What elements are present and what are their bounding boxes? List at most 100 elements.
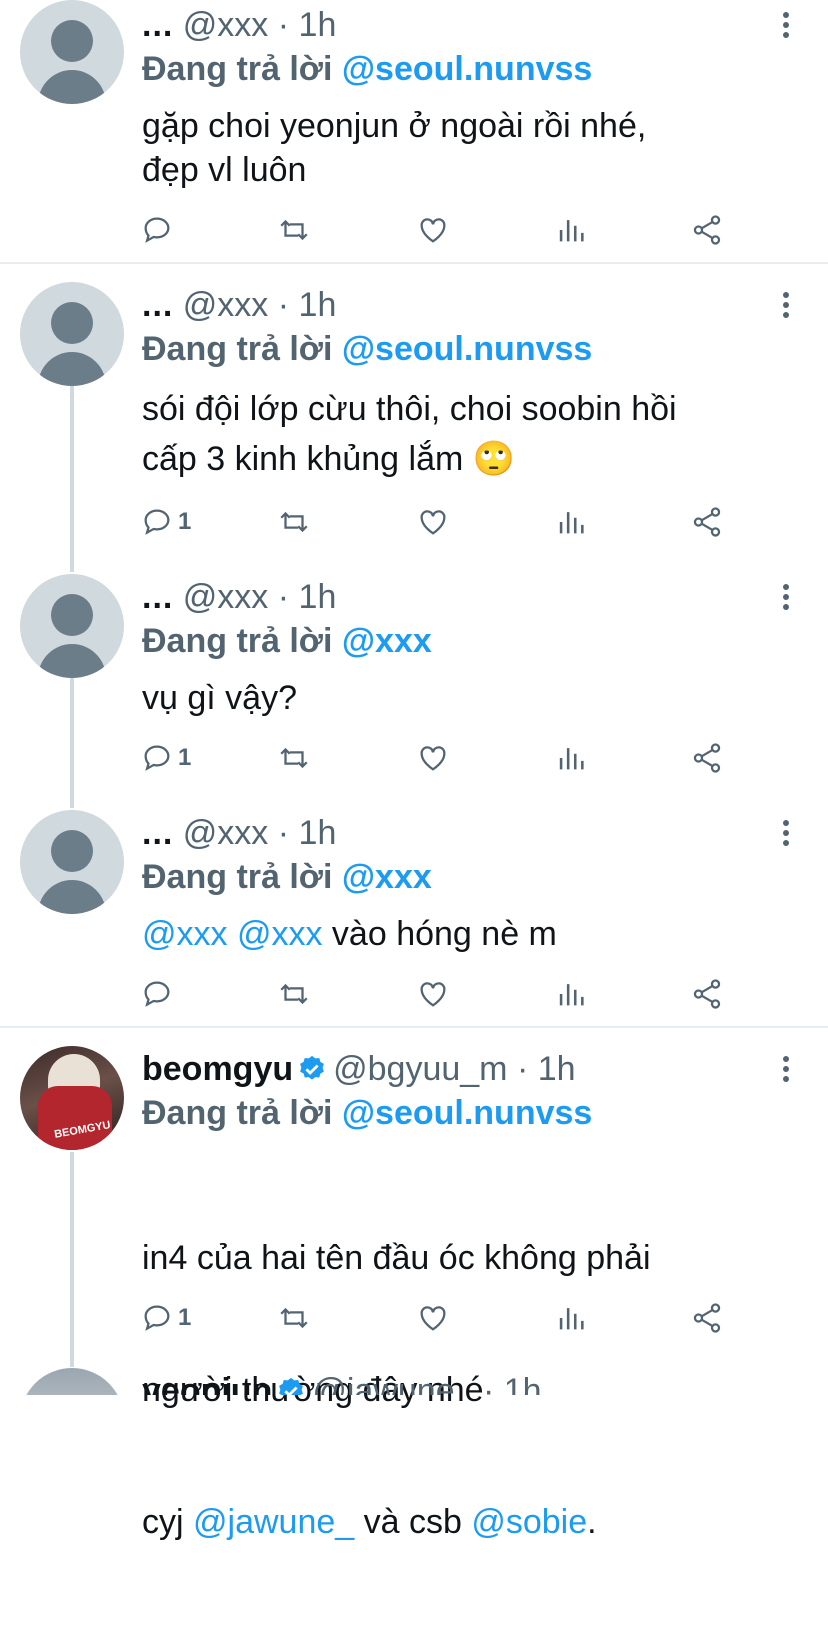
reply-button[interactable]: 1	[140, 502, 191, 542]
reply-button[interactable]: 1	[140, 1298, 191, 1338]
like-button[interactable]	[416, 1298, 450, 1338]
timestamp: · 1h	[277, 578, 337, 616]
handle[interactable]: @xxx	[183, 578, 269, 616]
hidden-name: ...	[142, 578, 174, 616]
timestamp: · 1h	[277, 286, 337, 324]
tweet[interactable]: ... @xxx · 1h Đang trả lời @seoul.nunvss…	[0, 280, 828, 560]
divider	[0, 1026, 828, 1028]
retweet-button[interactable]	[277, 738, 311, 778]
retweet-button[interactable]	[277, 1298, 311, 1338]
retweet-button[interactable]	[277, 974, 311, 1014]
views-icon	[559, 748, 584, 770]
display-name[interactable]: yeonjun	[142, 1372, 272, 1395]
tweet-text: sói đội lớp cừu thôi, choi soobin hồi cấ…	[142, 390, 677, 478]
tweet-meta: ... @xxx · 1h	[142, 814, 336, 853]
action-bar	[0, 974, 828, 1014]
reply-icon	[144, 509, 170, 535]
mention-link[interactable]: @seoul.nunvss	[342, 50, 592, 88]
tweet-meta: ... @xxx · 1h	[142, 6, 336, 45]
replying-to: Đang trả lời @xxx	[142, 858, 432, 896]
more-icon[interactable]	[776, 1052, 796, 1092]
tweet-meta: ... @xxx · 1h	[142, 578, 336, 617]
verified-icon	[300, 1055, 324, 1080]
views-button[interactable]	[554, 738, 588, 778]
timestamp: · 1h	[516, 1050, 576, 1088]
reply-button[interactable]	[140, 974, 178, 1014]
views-button[interactable]	[554, 210, 588, 250]
mention-link[interactable]: @sobie	[471, 1503, 587, 1541]
mention-link[interactable]: @xxx	[237, 915, 323, 953]
retweet-button[interactable]	[277, 210, 311, 250]
heart-icon	[420, 746, 446, 771]
more-icon[interactable]	[776, 8, 796, 48]
action-bar	[0, 210, 828, 250]
handle[interactable]: @xxx	[183, 814, 269, 852]
mention-link[interactable]: @xxx	[142, 915, 228, 953]
mention-link[interactable]: @xxx	[342, 622, 432, 660]
replying-to: Đang trả lời @seoul.nunvss	[142, 50, 593, 88]
tweet[interactable]: yeonjun @jawune_ · 1h	[0, 1366, 828, 1395]
mention-link[interactable]: @jawune_	[193, 1503, 354, 1541]
replying-to: Đang trả lời @xxx	[142, 622, 432, 660]
like-button[interactable]	[416, 502, 450, 542]
reply-button[interactable]: 1	[140, 738, 191, 778]
views-icon	[559, 1308, 584, 1330]
avatar[interactable]	[20, 810, 124, 914]
tweet-text: vụ gì vậy?	[142, 679, 297, 717]
tweet-meta: beomgyu @bgyuu_m · 1h	[142, 1050, 576, 1089]
tweet[interactable]: ... @xxx · 1h Đang trả lời @seoul.nunvss…	[0, 0, 828, 262]
action-bar: 1	[0, 738, 828, 778]
tweet[interactable]: BEOMGYU beomgyu @bgyuu_m · 1h Đang trả lờ…	[0, 1044, 828, 1541]
share-icon	[693, 215, 721, 245]
more-icon[interactable]	[776, 816, 796, 856]
hidden-name: ...	[142, 814, 174, 852]
share-icon	[693, 1303, 721, 1333]
retweet-icon	[280, 511, 308, 533]
like-button[interactable]	[416, 974, 450, 1014]
views-button[interactable]	[554, 974, 588, 1014]
like-button[interactable]	[416, 210, 450, 250]
tweet-text: gặp choi yeonjun ở ngoài rồi nhé, đẹp vl…	[142, 107, 647, 189]
share-button[interactable]	[690, 1298, 724, 1338]
more-icon[interactable]	[776, 580, 796, 620]
tweet[interactable]: ... @xxx · 1h Đang trả lời @xxx vụ gì vậ…	[0, 572, 828, 792]
mention-link[interactable]: @xxx	[342, 858, 432, 896]
tweet-meta: yeonjun @jawune_ · 1h	[142, 1372, 542, 1395]
handle[interactable]: @bgyuu_m	[333, 1050, 507, 1088]
views-button[interactable]	[554, 502, 588, 542]
share-icon	[693, 743, 721, 773]
avatar[interactable]	[20, 1368, 124, 1395]
more-icon[interactable]	[776, 288, 796, 328]
share-button[interactable]	[690, 738, 724, 778]
share-button[interactable]	[690, 502, 724, 542]
reply-icon	[144, 1305, 170, 1331]
divider	[0, 262, 828, 264]
action-bar: 1	[0, 502, 828, 542]
retweet-button[interactable]	[277, 502, 311, 542]
tweet-meta: ... @xxx · 1h	[142, 286, 336, 325]
handle[interactable]: @xxx	[183, 6, 269, 44]
reply-icon	[144, 217, 170, 243]
reply-icon	[144, 981, 170, 1007]
avatar[interactable]	[20, 574, 124, 678]
like-button[interactable]	[416, 738, 450, 778]
reply-button[interactable]	[140, 210, 178, 250]
avatar[interactable]	[20, 0, 124, 104]
tweet[interactable]: ... @xxx · 1h Đang trả lời @xxx @xxx @xx…	[0, 808, 828, 1026]
mention-link[interactable]: @seoul.nunvss	[342, 1094, 592, 1132]
mention-link[interactable]: @seoul.nunvss	[342, 330, 592, 368]
share-button[interactable]	[690, 210, 724, 250]
avatar[interactable]: BEOMGYU	[20, 1046, 124, 1150]
reply-count: 1	[178, 1304, 192, 1331]
handle[interactable]: @jawune_	[312, 1372, 473, 1395]
action-bar: 1	[0, 1298, 828, 1338]
heart-icon	[420, 1306, 446, 1331]
display-name[interactable]: beomgyu	[142, 1050, 293, 1088]
timestamp: · 1h	[482, 1372, 542, 1395]
share-button[interactable]	[690, 974, 724, 1014]
views-button[interactable]	[554, 1298, 588, 1338]
views-icon	[559, 220, 584, 242]
reply-count: 1	[178, 508, 192, 535]
avatar[interactable]	[20, 282, 124, 386]
handle[interactable]: @xxx	[183, 286, 269, 324]
